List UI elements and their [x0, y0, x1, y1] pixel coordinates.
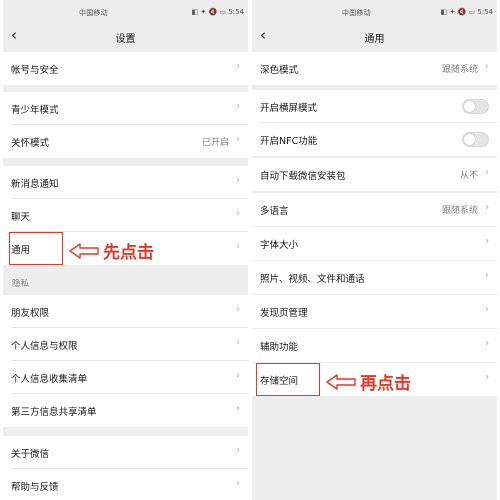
settings-item-third-party-sharing[interactable]: 第三方信息共享清单 › [3, 394, 248, 427]
item-label: 青少年模式 [11, 105, 59, 116]
item-label: 深色模式 [260, 65, 299, 76]
chevron-right-icon: › [485, 236, 489, 247]
nfc-toggle[interactable] [462, 132, 489, 147]
general-item-nfc: 开启NFC功能 [252, 123, 497, 156]
item-label: 字体大小 [260, 240, 299, 251]
highlight-box-storage [256, 363, 320, 396]
item-label: 开启横屏模式 [260, 103, 318, 114]
toggle-knob [464, 134, 475, 145]
section-label-privacy: 隐私 [12, 279, 30, 289]
arrow-left-icon [69, 242, 99, 259]
item-label: 发现页管理 [260, 308, 308, 319]
callout-text: 再点击 [360, 374, 411, 394]
chevron-right-icon: › [236, 175, 240, 186]
settings-item-chat[interactable]: 聊天 › [3, 199, 248, 232]
item-label: 聊天 [11, 212, 31, 223]
chevron-right-icon: › [236, 101, 240, 112]
item-label: 多语言 [260, 206, 289, 217]
carrier-label: 中国移动 [342, 9, 371, 17]
page-title: 设置 [115, 34, 136, 45]
nav-bar: ‹ 通用 [252, 22, 497, 52]
general-item-discover[interactable]: 发现页管理 › [252, 295, 497, 328]
settings-item-friend-permissions[interactable]: 朋友权限 › [3, 295, 248, 328]
item-label: 辅助功能 [260, 342, 299, 353]
general-item-accessibility[interactable]: 辅助功能 › [252, 329, 497, 362]
chevron-right-icon: › [236, 304, 240, 315]
item-value: 跟随系统 [441, 206, 478, 216]
general-item-media[interactable]: 照片、视频、文件和通话 › [252, 261, 497, 294]
status-bar: 中国移动 ◧ ✦ 🔇 ▭ 5:54 [3, 0, 248, 22]
settings-item-info-collection[interactable]: 个人信息收集清单 › [3, 361, 248, 394]
item-label: 自动下载微信安装包 [260, 171, 346, 182]
highlight-box-general [9, 232, 63, 265]
general-item-dark-mode[interactable]: 深色模式 跟随系统 › [252, 52, 497, 85]
general-item-landscape: 开启横屏模式 [252, 90, 497, 123]
chevron-right-icon: › [236, 134, 240, 145]
settings-item-teen-mode[interactable]: 青少年模式 › [3, 92, 248, 125]
settings-item-help-feedback[interactable]: 帮助与反馈 › [3, 469, 248, 500]
settings-screen: 中国移动 ◧ ✦ 🔇 ▭ 5:54 ‹ 设置 帐号与安全 › 青少年模式 › 关… [3, 0, 248, 500]
status-bar: 中国移动 ◧ ✦ 🔇 ▭ 5:54 [252, 0, 497, 22]
nav-bar: ‹ 设置 [3, 22, 248, 52]
item-label: 新消息通知 [11, 179, 59, 190]
callout-text: 先点击 [103, 243, 154, 263]
general-item-language[interactable]: 多语言 跟随系统 › [252, 193, 497, 226]
chevron-right-icon: › [485, 372, 489, 383]
settings-item-account-security[interactable]: 帐号与安全 › [3, 52, 248, 85]
chevron-right-icon: › [236, 370, 240, 381]
item-label: 朋友权限 [11, 308, 50, 319]
chevron-right-icon: › [485, 270, 489, 281]
chevron-right-icon: › [485, 61, 489, 72]
item-label: 帐号与安全 [11, 65, 59, 76]
general-item-font-size[interactable]: 字体大小 › [252, 227, 497, 260]
item-label: 第三方信息共享清单 [11, 407, 97, 418]
chevron-right-icon: › [485, 167, 489, 178]
status-icons: ◧ ✦ 🔇 ▭ 5:54 [191, 8, 244, 16]
chevron-right-icon: › [236, 403, 240, 414]
page-title: 通用 [364, 34, 385, 45]
item-label: 个人信息与权限 [11, 341, 78, 352]
settings-item-care-mode[interactable]: 关怀模式 已开启 › [3, 125, 248, 158]
chevron-right-icon: › [236, 478, 240, 489]
item-label: 关于微信 [11, 449, 50, 460]
carrier-label: 中国移动 [79, 9, 108, 17]
chevron-right-icon: › [236, 337, 240, 348]
item-label: 帮助与反馈 [11, 482, 59, 493]
item-label: 开启NFC功能 [260, 136, 318, 147]
chevron-right-icon: › [236, 445, 240, 456]
chevron-right-icon: › [236, 241, 240, 252]
settings-item-notifications[interactable]: 新消息通知 › [3, 166, 248, 199]
item-label: 照片、视频、文件和通话 [260, 274, 365, 285]
toggle-knob [464, 101, 475, 112]
chevron-right-icon: › [485, 202, 489, 213]
callout-first-click: 先点击 [69, 238, 154, 263]
item-label: 关怀模式 [11, 138, 50, 149]
settings-item-about[interactable]: 关于微信 › [3, 436, 248, 469]
chevron-right-icon: › [236, 61, 240, 72]
arrow-left-icon [326, 373, 356, 390]
general-settings-screen: 中国移动 ◧ ✦ 🔇 ▭ 5:54 ‹ 通用 深色模式 跟随系统 › 开启横屏模… [252, 0, 497, 500]
status-icons: ◧ ✦ 🔇 ▭ 5:54 [440, 8, 493, 16]
chevron-right-icon: › [236, 208, 240, 219]
item-label: 个人信息收集清单 [11, 374, 88, 385]
item-value: 从不 [459, 171, 478, 181]
chevron-right-icon: › [485, 338, 489, 349]
item-value: 跟随系统 [441, 65, 478, 75]
settings-item-personal-info[interactable]: 个人信息与权限 › [3, 328, 248, 361]
item-value: 已开启 [201, 138, 229, 148]
chevron-right-icon: › [485, 304, 489, 315]
general-item-auto-download[interactable]: 自动下载微信安装包 从不 › [252, 158, 497, 191]
callout-second-click: 再点击 [326, 369, 411, 394]
landscape-toggle[interactable] [462, 99, 489, 114]
